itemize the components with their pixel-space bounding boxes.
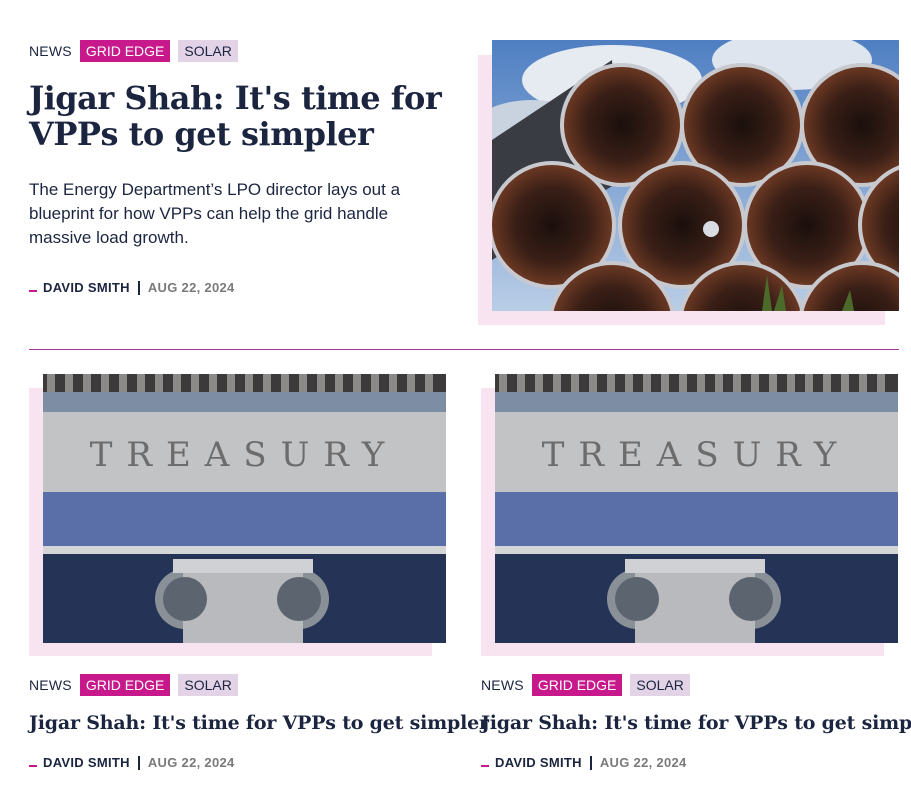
treasury-photo: TREASURY bbox=[43, 374, 446, 643]
card-image[interactable]: TREASURY bbox=[495, 374, 898, 643]
hero-image[interactable] bbox=[492, 40, 899, 311]
card-tags: NEWS GRID EDGE SOLAR bbox=[481, 674, 690, 696]
tag-news[interactable]: NEWS bbox=[481, 677, 524, 693]
tag-grid-edge[interactable]: GRID EDGE bbox=[531, 674, 623, 696]
byline-separator bbox=[589, 755, 592, 770]
tag-grid-edge[interactable]: GRID EDGE bbox=[79, 40, 171, 62]
publish-date: AUG 22, 2024 bbox=[599, 755, 687, 770]
card-tags: NEWS GRID EDGE SOLAR bbox=[29, 674, 238, 696]
byline-accent bbox=[481, 764, 489, 767]
hero-tags: NEWS GRID EDGE SOLAR bbox=[29, 40, 449, 62]
author-link[interactable]: DAVID SMITH bbox=[43, 280, 130, 295]
tag-news[interactable]: NEWS bbox=[29, 43, 72, 59]
card-headline[interactable]: Jigar Shah: It's time for VPPs to get si… bbox=[29, 711, 489, 735]
section-divider bbox=[29, 349, 899, 350]
hero-byline: DAVID SMITH AUG 22, 2024 bbox=[29, 280, 449, 295]
svg-text:TREASURY: TREASURY bbox=[542, 435, 851, 475]
hero-dek: The Energy Department’s LPO director lay… bbox=[29, 180, 401, 247]
card-headline[interactable]: Jigar Shah: It's time for VPPs to get si… bbox=[481, 711, 911, 735]
card-image[interactable]: TREASURY bbox=[43, 374, 446, 643]
byline-accent bbox=[29, 289, 37, 292]
tag-solar[interactable]: SOLAR bbox=[178, 674, 238, 696]
author-link[interactable]: DAVID SMITH bbox=[43, 755, 130, 770]
byline-separator bbox=[137, 280, 140, 295]
treasury-photo: TREASURY bbox=[495, 374, 898, 643]
card-byline: DAVID SMITH AUG 22, 2024 bbox=[29, 755, 235, 770]
svg-text:TREASURY: TREASURY bbox=[90, 435, 399, 475]
byline-accent bbox=[29, 764, 37, 767]
hero-headline[interactable]: Jigar Shah: It's time for VPPs to get si… bbox=[29, 80, 449, 152]
tag-grid-edge[interactable]: GRID EDGE bbox=[79, 674, 171, 696]
card-byline: DAVID SMITH AUG 22, 2024 bbox=[481, 755, 687, 770]
tag-news[interactable]: NEWS bbox=[29, 677, 72, 693]
hero-article: NEWS GRID EDGE SOLAR Jigar Shah: It's ti… bbox=[29, 40, 449, 295]
publish-date: AUG 22, 2024 bbox=[147, 755, 235, 770]
pipes-photo bbox=[492, 40, 899, 311]
tag-solar[interactable]: SOLAR bbox=[178, 40, 238, 62]
publish-date: AUG 22, 2024 bbox=[147, 280, 235, 295]
author-link[interactable]: DAVID SMITH bbox=[495, 755, 582, 770]
byline-separator bbox=[137, 755, 140, 770]
tag-solar[interactable]: SOLAR bbox=[630, 674, 690, 696]
